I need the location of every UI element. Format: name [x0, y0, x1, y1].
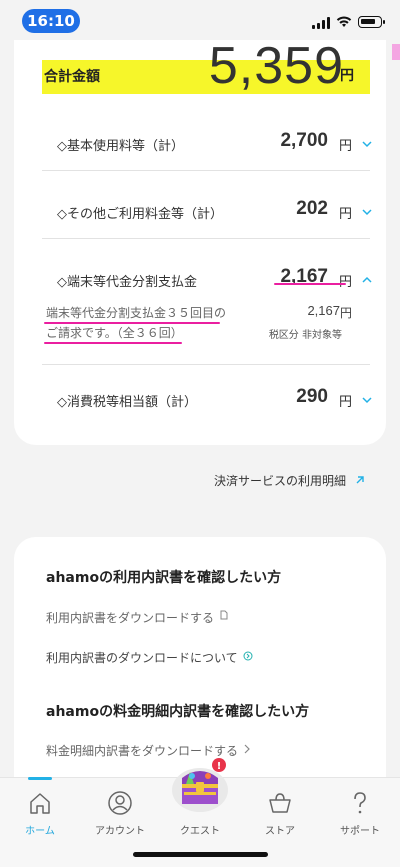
breakdown-label: ◇その他ご利用料金等（計）	[57, 207, 223, 222]
divider	[42, 170, 370, 171]
breakdown-row-basic[interactable]: ◇基本使用料等（計） 2,700 円	[14, 120, 386, 174]
breakdown-row-other[interactable]: ◇その他ご利用料金等（計） 202 円	[14, 188, 386, 242]
chevron-right-icon[interactable]	[242, 744, 252, 754]
tab-label: サポート	[340, 826, 380, 837]
tab-support[interactable]: サポート	[320, 790, 400, 837]
chevron-up-icon[interactable]	[360, 273, 374, 287]
basket-icon	[269, 793, 291, 813]
treasure-chest-icon[interactable]: !	[170, 756, 230, 812]
status-icons	[312, 14, 385, 30]
status-time: 16:10	[22, 9, 80, 33]
circle-arrow-icon[interactable]	[243, 651, 253, 661]
scroll-edge-marker	[392, 44, 400, 60]
question-icon	[354, 792, 366, 814]
chevron-down-icon[interactable]	[360, 205, 374, 219]
breakdown-amount: 2,700	[280, 130, 328, 151]
usage-section-title: ahamoの利用内訳書を確認したい方	[46, 570, 282, 586]
breakdown-label: ◇端末等代金分割支払金	[57, 275, 197, 290]
breakdown-row-tax[interactable]: ◇消費税等相当額（計） 290 円	[14, 382, 386, 436]
total-amount: 5,359	[208, 37, 344, 95]
highlight-underline	[44, 342, 182, 344]
wifi-icon	[336, 16, 352, 27]
chevron-down-icon[interactable]	[360, 393, 374, 407]
tab-account[interactable]: アカウント	[80, 790, 160, 837]
divider	[42, 364, 370, 365]
tab-label: クエスト	[180, 826, 220, 837]
quest-badge: !	[217, 761, 222, 772]
breakdown-amount: 202	[296, 198, 328, 219]
highlight-underline	[274, 283, 346, 285]
active-tab-indicator	[28, 777, 52, 780]
payment-service-link[interactable]: 決済サービスの利用明細	[214, 472, 346, 489]
installment-note-line2: ご請求です。（全３６回）	[46, 326, 183, 340]
chevron-down-icon[interactable]	[360, 137, 374, 151]
billing-breakdown-card: 合計金額 5,359 円 ◇基本使用料等（計） 2,700 円 ◇その他ご利用料…	[14, 40, 386, 445]
cellular-signal-icon	[312, 16, 330, 29]
breakdown-label: ◇基本使用料等（計）	[57, 139, 184, 154]
breakdown-amount: 290	[296, 386, 328, 407]
battery-icon	[358, 16, 385, 28]
installment-sub-amount: 2,167	[307, 303, 340, 318]
installment-sub-yen: 円	[339, 306, 352, 320]
total-label: 合計金額	[44, 69, 100, 85]
breakdown-yen: 円	[338, 139, 352, 154]
home-indicator	[133, 852, 268, 857]
total-yen-unit: 円	[340, 68, 354, 84]
bill-section-title: ahamoの料金明細内訳書を確認したい方	[46, 704, 310, 720]
divider	[42, 238, 370, 239]
usage-download-link[interactable]: 利用内訳書をダウンロードする	[46, 609, 214, 626]
account-icon	[108, 791, 132, 815]
tab-home[interactable]: ホーム	[0, 790, 80, 837]
tab-label: アカウント	[95, 826, 145, 837]
document-icon[interactable]	[219, 610, 229, 620]
tab-store[interactable]: ストア	[240, 790, 320, 837]
usage-download-about-link[interactable]: 利用内訳書のダウンロードについて	[46, 649, 238, 666]
home-icon	[30, 793, 50, 814]
tax-category-note: 税区分 非対象等	[268, 330, 342, 341]
external-arrow-icon[interactable]	[354, 474, 366, 486]
breakdown-yen: 円	[338, 207, 352, 222]
breakdown-yen: 円	[339, 271, 352, 290]
breakdown-label: ◇消費税等相当額（計）	[57, 395, 197, 410]
tab-label: ホーム	[25, 826, 55, 837]
installment-note-line1: 端末等代金分割支払金３５回目の	[46, 306, 227, 320]
tab-label: ストア	[265, 826, 295, 837]
breakdown-yen: 円	[338, 395, 352, 410]
